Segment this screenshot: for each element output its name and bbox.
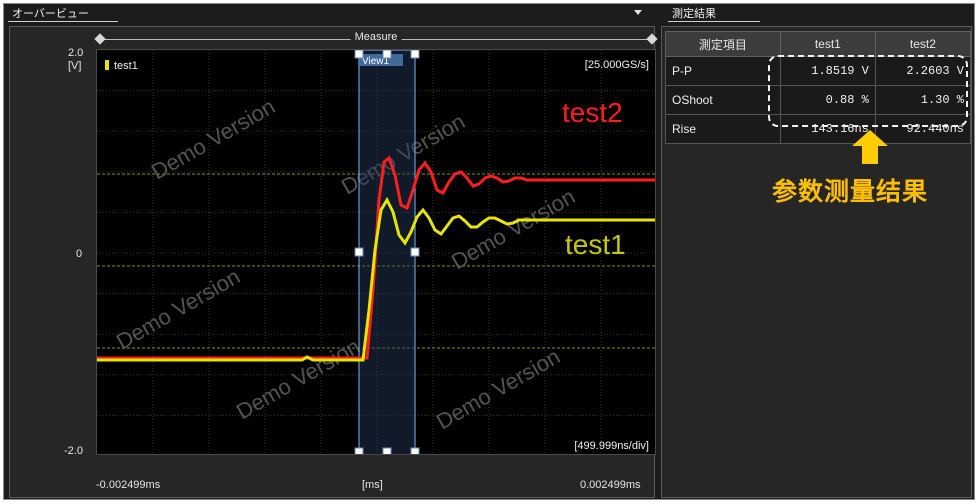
trace-label-test2: test2	[562, 97, 623, 128]
y-unit-label: [V]	[68, 60, 82, 72]
cursor-region	[358, 50, 416, 454]
watermark-6: Demo Version	[432, 344, 564, 435]
watermark-3: Demo Version	[447, 184, 579, 275]
watermark-5: Demo Version	[232, 334, 364, 425]
handle-mid-right	[410, 247, 420, 257]
y-max-label: 2.0	[68, 47, 84, 59]
handle-bottom-mid	[382, 447, 392, 454]
x-left-label: -0.002499ms	[96, 479, 161, 491]
row-name: P-P	[665, 56, 781, 86]
measure-right-handle-icon[interactable]	[646, 33, 658, 45]
measure-bar[interactable]: Measure	[94, 31, 658, 45]
sample-rate-label: [25.000GS/s]	[585, 59, 649, 71]
tab-results[interactable]: 測定結果	[668, 6, 760, 22]
legend-label: test1	[114, 60, 138, 72]
measure-left-handle-icon[interactable]	[94, 33, 106, 45]
trace-label-test1: test1	[565, 229, 626, 260]
col-header-item[interactable]: 測定項目	[665, 31, 781, 57]
results-header-row: 測定項目 test1 test2	[665, 31, 972, 57]
handle-mid-left	[354, 247, 364, 257]
col-header-test2[interactable]: test2	[874, 31, 972, 57]
waveform-plot[interactable]: Demo Version Demo Version Demo Version D…	[96, 49, 656, 455]
watermark-4: Demo Version	[112, 264, 244, 355]
row-name: Rise	[665, 114, 781, 144]
arrow-up-icon	[852, 130, 888, 164]
y-zero-label: 0	[76, 248, 83, 260]
annotation-label: 参数测量结果	[772, 177, 929, 206]
x-right-label: 0.002499ms	[580, 479, 641, 491]
overview-panel: Measure 2.0 [V] 0 -2.0 -0.002499ms [ms] …	[9, 26, 658, 498]
measure-label: Measure	[350, 31, 402, 43]
watermarks: Demo Version Demo Version Demo Version D…	[112, 94, 579, 435]
highlight-box	[768, 55, 968, 127]
handle-bottom-right	[410, 447, 420, 454]
timebase-label: [499.999ns/div]	[574, 440, 649, 452]
handle-top-left	[354, 50, 364, 59]
x-unit-label: [ms]	[362, 479, 383, 491]
col-header-test1[interactable]: test1	[779, 31, 876, 57]
handle-top-right	[410, 50, 420, 59]
row-name: OShoot	[665, 85, 781, 115]
dropdown-icon[interactable]	[634, 10, 642, 15]
handle-top-mid	[382, 50, 392, 59]
handle-bottom-left	[354, 447, 364, 454]
legend-swatch	[105, 60, 109, 70]
tab-overview[interactable]: オーバービュー	[8, 6, 118, 22]
y-min-label: -2.0	[64, 445, 83, 457]
watermark-1: Demo Version	[147, 94, 279, 185]
